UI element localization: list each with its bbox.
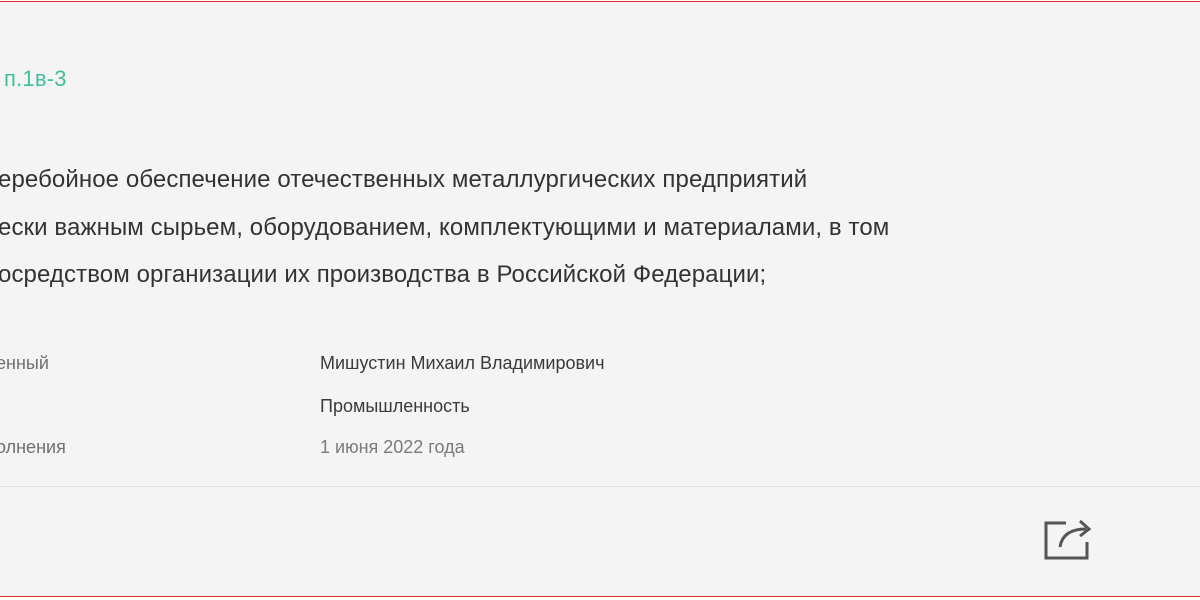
detail-value: Промышленность (320, 396, 470, 416)
item-code-link[interactable]: п.1в-3 (4, 66, 67, 92)
divider (0, 486, 1200, 487)
description-line: ески важным сырьем, оборудованием, компл… (0, 213, 890, 241)
detail-value: Мишустин Михаил Владимирович (320, 353, 605, 373)
detail-label: енный (0, 353, 49, 373)
detail-row-deadline: олнения 1 июня 2022 года (0, 433, 1200, 461)
share-icon (1044, 519, 1092, 560)
item-description: еребойное обеспечение отечественных мета… (0, 156, 1138, 299)
detail-label: олнения (0, 437, 66, 457)
detail-row-sector: Промышленность (0, 392, 1200, 420)
detail-row-responsible: енный Мишустин Михаил Владимирович (0, 349, 1200, 377)
description-line: еребойное обеспечение отечественных мета… (0, 166, 808, 193)
share-button[interactable] (1040, 512, 1092, 564)
instruction-card: п.1в-3 еребойное обеспечение отечественн… (0, 1, 1200, 597)
description-line: осредством организации их производства в… (0, 261, 767, 288)
detail-value: 1 июня 2022 года (320, 437, 465, 457)
